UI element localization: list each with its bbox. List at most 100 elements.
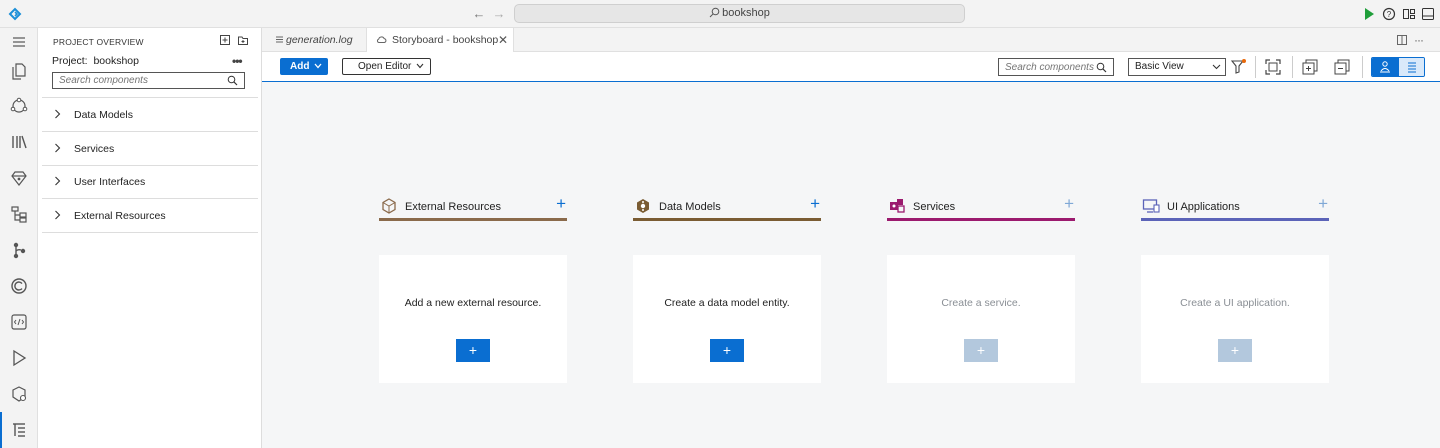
view-select[interactable]: Basic View [1128,58,1226,76]
empty-state-card: Add a new external resource. + [379,255,567,383]
column-underline [633,218,821,221]
svg-text:?: ? [1387,10,1392,19]
search-icon [1096,62,1107,73]
sidebar-search-field[interactable] [52,72,245,89]
add-service-button[interactable]: + [964,339,998,362]
more-actions-icon[interactable]: ••• [232,54,243,68]
column-title: Services [913,201,956,213]
sidebar-search-input[interactable] [53,73,223,88]
view-select-value: Basic View [1135,61,1184,72]
add-service-plus[interactable]: + [1064,195,1074,212]
add-external-resource-button[interactable]: + [456,339,490,362]
source-control-icon[interactable] [9,96,29,116]
code-check-icon[interactable] [9,312,29,332]
list-view-button[interactable] [1398,58,1424,76]
extensions-icon[interactable] [9,384,29,404]
more-icon[interactable]: ··· [1414,34,1426,46]
card-message: Create a data model entity. [664,297,790,309]
help-icon[interactable]: ? [1381,6,1397,22]
tab-generation-log[interactable]: generation.log [262,28,366,52]
storyboard-icon[interactable] [9,420,29,440]
diamond-icon[interactable] [9,168,29,188]
activity-bar [0,28,38,448]
add-button[interactable]: Add [280,58,328,75]
app-logo-icon [8,7,22,21]
add-external-resource-plus[interactable]: + [556,195,566,212]
monitor-icon [1142,199,1160,213]
editor-area: generation.log Storyboard - bookshop ✕ ·… [262,28,1440,448]
search-icon [227,75,238,86]
command-center-text: bookshop [722,7,770,19]
project-overview-sidebar: PROJECT OVERVIEW Project: bookshop ••• D… [38,28,262,448]
empty-state-card: Create a UI application. + [1141,255,1329,383]
menu-icon[interactable] [9,32,29,52]
cube-icon [382,198,396,214]
column-header: Data Models + [633,195,821,218]
split-editor-icon[interactable] [1396,34,1408,46]
card-message: Add a new external resource. [404,297,542,309]
library-icon[interactable] [9,132,29,152]
filter-icon[interactable] [1228,56,1250,78]
add-ui-application-button[interactable]: + [1218,339,1252,362]
column-title: External Resources [405,201,501,213]
back-arrow-icon[interactable]: ← [472,6,486,22]
collapse-all-icon[interactable] [1331,56,1353,78]
tree-item-data-models[interactable]: Data Models [42,98,258,132]
toolbar-divider [1255,56,1256,78]
card-message: Create a UI application. [1180,297,1290,309]
open-editor-button[interactable]: Open Editor [342,58,431,75]
run-debug-icon[interactable] [9,348,29,368]
close-icon[interactable]: ✕ [498,28,508,52]
hierarchy-icon[interactable] [9,204,29,224]
add-data-model-plus[interactable]: + [810,195,820,212]
tab-storyboard[interactable]: Storyboard - bookshop ✕ [366,28,514,52]
tree-item-label: External Resources [74,210,166,222]
column-underline [887,218,1075,221]
column-title: Data Models [659,201,721,213]
layout-panels-icon[interactable] [1401,6,1417,22]
column-header: External Resources + [379,195,567,218]
toolbar-search-input[interactable] [999,59,1094,75]
list-view-icon [1408,62,1416,73]
services-icon [890,199,905,213]
toolbar-divider [1362,56,1363,78]
column-header: UI Applications + [1141,195,1329,218]
run-icon[interactable] [1361,6,1377,22]
tree-item-external-resources[interactable]: External Resources [42,199,258,233]
tree-item-services[interactable]: Services [42,132,258,166]
tree-item-label: Data Models [74,109,133,121]
chevron-right-icon [55,210,61,220]
expand-all-icon[interactable] [1299,56,1321,78]
empty-state-card: Create a data model entity. + [633,255,821,383]
explorer-icon[interactable] [9,61,29,81]
cloud-icon [376,36,387,43]
column-header: Services + [887,195,1075,218]
search-icon [709,7,720,18]
tab-label: generation.log [286,34,353,46]
chevron-right-icon [55,176,61,186]
git-branch-icon[interactable] [9,240,29,260]
add-data-model-button[interactable]: + [710,339,744,362]
toolbar-search-field[interactable] [998,58,1114,76]
chevron-down-icon [314,63,322,69]
title-bar: ← → bookshop ? [0,0,1440,28]
chevron-down-icon [1212,64,1221,70]
project-name: bookshop [93,55,139,67]
tree-item-user-interfaces[interactable]: User Interfaces [42,165,258,199]
toggle-panel-icon[interactable] [1420,6,1436,22]
tab-bar: generation.log Storyboard - bookshop ✕ ·… [262,28,1440,52]
copyright-circle-icon[interactable] [9,276,29,296]
fit-to-screen-icon[interactable] [1262,56,1284,78]
new-folder-icon[interactable] [237,34,249,46]
chevron-right-icon [55,143,61,153]
column-underline [1141,218,1329,221]
column-underline [379,218,567,221]
forward-arrow-icon[interactable]: → [492,6,506,22]
project-label: Project: [52,55,88,67]
add-button-label: Add [290,61,310,72]
new-file-icon[interactable] [219,34,231,46]
command-center-search[interactable]: bookshop [514,4,965,23]
add-ui-application-plus[interactable]: + [1318,195,1328,212]
diagram-view-button[interactable] [1372,58,1398,76]
diagram-view-icon [1380,61,1390,73]
